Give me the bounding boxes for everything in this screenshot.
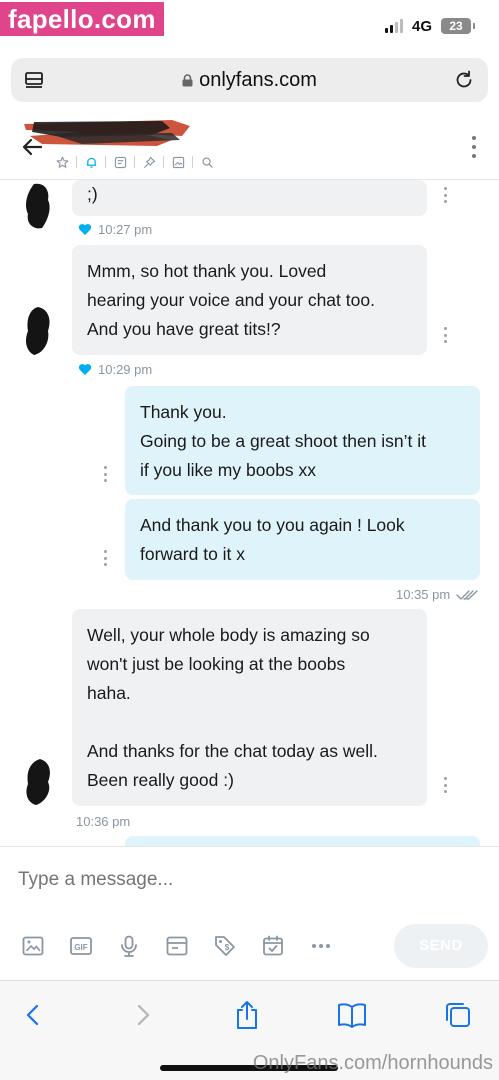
message-text: ;) [87, 184, 98, 204]
svg-text:GIF: GIF [74, 943, 87, 952]
message-text: And thank you to you again ! Look forwar… [140, 515, 405, 564]
pin-icon[interactable] [141, 154, 157, 170]
message-options-icon[interactable] [444, 327, 448, 343]
note-icon[interactable] [112, 154, 128, 170]
redacted-username [24, 120, 190, 146]
more-icon[interactable] [308, 933, 334, 959]
bookmarks-icon[interactable] [336, 999, 368, 1031]
send-button[interactable]: SEND [394, 924, 488, 968]
status-bar: fapello.com 4G 23 [0, 0, 499, 50]
message-options-icon[interactable] [104, 550, 108, 566]
search-icon[interactable] [199, 154, 215, 170]
svg-text:$: $ [225, 943, 230, 952]
message-options-icon[interactable] [444, 777, 448, 793]
message-bubble-partial [125, 836, 480, 846]
gif-icon[interactable]: GIF [68, 933, 94, 959]
avatar [26, 307, 50, 355]
microphone-icon[interactable] [116, 933, 142, 959]
tabs-icon[interactable] [442, 999, 474, 1031]
message-time: 10:29 pm [98, 362, 153, 377]
network-type: 4G [412, 18, 433, 35]
message-time: 10:27 pm [98, 222, 153, 237]
read-receipt-icon [456, 589, 478, 600]
avatar [26, 183, 50, 229]
message-time: 10:35 pm [396, 587, 451, 602]
message-options-icon[interactable] [444, 187, 448, 203]
compose-area: GIF $ SEND [0, 846, 499, 980]
price-tag-icon[interactable]: $ [212, 933, 238, 959]
address-bar[interactable]: onlyfans.com [11, 58, 488, 102]
lock-icon [182, 74, 193, 87]
chat-options-icon[interactable] [471, 136, 477, 158]
forward-icon[interactable] [126, 999, 158, 1031]
message-bubble[interactable]: Well, your whole body is amazing so won'… [72, 609, 427, 806]
star-icon[interactable] [54, 154, 70, 170]
heart-icon[interactable] [78, 223, 92, 236]
heart-icon[interactable] [78, 363, 92, 376]
message-text: Well, your whole body is amazing so won'… [87, 625, 378, 790]
message-options-icon[interactable] [104, 466, 108, 482]
message-meta: 10:27 pm [78, 222, 152, 237]
back-icon[interactable] [18, 999, 50, 1031]
message-bubble[interactable]: Thank you. Going to be a great shoot the… [125, 386, 480, 495]
message-meta: 10:35 pm [396, 587, 478, 602]
message-input[interactable] [18, 869, 478, 891]
url-text: onlyfans.com [199, 69, 317, 91]
chat-actions [54, 154, 215, 170]
message-time: 10:36 pm [76, 814, 131, 829]
message-text: Mmm, so hot thank you. Loved hearing you… [87, 261, 375, 339]
share-icon[interactable] [231, 999, 263, 1031]
url-field[interactable]: onlyfans.com [11, 69, 488, 92]
message-text: Thank you. Going to be a great shoot the… [140, 402, 427, 480]
chat-header [0, 110, 499, 180]
image-icon[interactable] [20, 933, 46, 959]
bell-icon[interactable] [83, 154, 99, 170]
watermark-logo: fapello.com [0, 2, 164, 36]
message-bubble[interactable]: ;) [72, 180, 427, 216]
battery-icon: 23 [441, 18, 475, 34]
avatar [26, 759, 50, 805]
schedule-icon[interactable] [260, 933, 286, 959]
reload-icon[interactable] [452, 68, 476, 92]
gallery-icon[interactable] [170, 154, 186, 170]
message-meta: 10:36 pm [76, 814, 130, 829]
message-bubble[interactable]: And thank you to you again ! Look forwar… [125, 499, 480, 580]
message-meta: 10:29 pm [78, 362, 152, 377]
watermark-credit: OnlyFans.com/hornhounds [252, 1052, 493, 1074]
message-bubble[interactable]: Mmm, so hot thank you. Loved hearing you… [72, 245, 427, 355]
vault-icon[interactable] [164, 933, 190, 959]
signal-icon [385, 19, 403, 33]
